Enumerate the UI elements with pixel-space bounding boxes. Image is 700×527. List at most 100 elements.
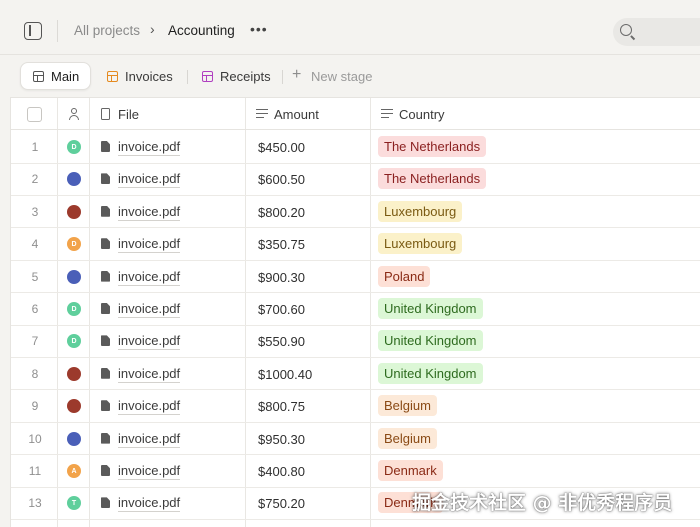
file-link[interactable]: invoice.pdf (118, 171, 181, 189)
table-row[interactable]: 4 Dinvoice.pdf $350.75 Luxembourg (11, 228, 700, 261)
document-icon (101, 173, 110, 185)
file-link[interactable]: invoice.pdf (118, 398, 181, 416)
column-header-country[interactable]: Country (399, 107, 445, 122)
document-icon (101, 497, 110, 509)
table-row[interactable]: 3 invoice.pdf $800.20 Luxembourg (11, 196, 700, 229)
country-tag[interactable]: Poland (378, 265, 431, 287)
table-row[interactable]: 6 Dinvoice.pdf $700.60 United Kingdom (11, 293, 700, 326)
amount-cell[interactable]: $750.20 (258, 496, 305, 511)
country-tag[interactable]: Luxembourg (378, 233, 463, 255)
row-number: 3 (31, 204, 39, 219)
file-link[interactable]: invoice.pdf (118, 269, 181, 286)
document-icon (101, 270, 110, 282)
document-icon (101, 432, 110, 444)
file-link[interactable]: invoice.pdf (118, 463, 181, 480)
amount-cell[interactable]: $400.80 (258, 464, 305, 479)
file-link[interactable]: invoice.pdf (118, 139, 181, 156)
amount-cell[interactable]: $900.30 (258, 270, 305, 285)
country-tag[interactable]: Luxembourg (378, 200, 463, 222)
row-number: 11 (28, 464, 42, 478)
amount-cell[interactable]: $1000.40 (258, 367, 312, 382)
divider (282, 70, 283, 84)
text-lines-icon (381, 109, 393, 119)
table-row[interactable]: 10 invoice.pdf $950.30 Belgium (11, 423, 700, 456)
amount-cell[interactable]: $950.30 (258, 432, 305, 447)
sidebar-toggle-icon[interactable] (24, 22, 42, 40)
file-link[interactable]: invoice.pdf (118, 204, 181, 221)
table-row[interactable]: 1 Dinvoice.pdf $450.00 The Netherlands (11, 131, 700, 164)
document-icon (101, 400, 110, 412)
table-row[interactable]: 5 invoice.pdf $900.30 Poland (11, 261, 700, 294)
select-all-checkbox[interactable] (27, 107, 42, 122)
avatar (67, 204, 81, 219)
table-row[interactable]: 8 invoice.pdf $1000.40 United Kingdom (11, 358, 700, 391)
search-icon[interactable] (620, 24, 632, 36)
column-header-amount[interactable]: Amount (274, 107, 319, 122)
country-tag[interactable]: The Netherlands (378, 136, 487, 157)
avatar (67, 172, 81, 187)
divider (57, 20, 58, 42)
table-row[interactable]: 7 Dinvoice.pdf $550.90 United Kingdom (11, 325, 700, 358)
document-icon (101, 367, 110, 379)
amount-cell[interactable]: $800.20 (258, 205, 305, 220)
top-bar: All projects › Accounting ••• (0, 0, 700, 60)
row-number: 5 (31, 269, 39, 284)
avatar (67, 399, 81, 414)
table-icon (33, 70, 44, 82)
avatar (67, 366, 81, 381)
amount-cell[interactable]: $600.50 (258, 172, 305, 187)
more-options-icon[interactable]: ••• (250, 21, 268, 37)
avatar: D (67, 302, 81, 316)
file-link[interactable]: invoice.pdf (118, 495, 181, 513)
breadcrumb-current[interactable]: Accounting (168, 23, 235, 38)
amount-cell[interactable]: $350.75 (258, 237, 305, 252)
amount-cell[interactable]: $800.75 (258, 399, 305, 414)
text-lines-icon (256, 109, 268, 119)
column-header-file[interactable]: File (118, 107, 139, 122)
country-tag[interactable]: United Kingdom (378, 330, 483, 352)
file-icon (101, 108, 110, 120)
table-row[interactable]: 2 invoice.pdf $600.50 The Netherlands (11, 163, 700, 196)
row-number: 2 (31, 172, 39, 187)
amount-cell[interactable]: $700.60 (258, 302, 305, 317)
country-tag[interactable]: United Kingdom (378, 362, 483, 384)
file-link[interactable]: invoice.pdf (118, 301, 181, 318)
document-icon (101, 238, 110, 250)
avatar: D (67, 237, 81, 252)
plus-icon[interactable]: + (292, 66, 301, 84)
country-tag[interactable]: Denmark (378, 460, 443, 481)
avatar: A (67, 464, 81, 478)
chevron-right-icon: › (150, 21, 155, 37)
document-icon (101, 303, 110, 314)
file-link[interactable]: invoice.pdf (118, 431, 181, 448)
tab-receipts[interactable]: Receipts (190, 62, 281, 90)
row-number: 9 (31, 399, 39, 414)
user-icon (68, 108, 80, 120)
tab-main[interactable]: Main (20, 62, 91, 90)
file-link[interactable]: invoice.pdf (118, 236, 181, 254)
country-tag[interactable]: The Netherlands (378, 168, 487, 190)
document-icon (101, 465, 110, 476)
table-icon (107, 70, 118, 82)
file-link[interactable]: invoice.pdf (118, 366, 181, 383)
tab-invoices[interactable]: Invoices (95, 62, 183, 90)
tab-label: Main (51, 68, 80, 84)
amount-cell[interactable]: $550.90 (258, 334, 305, 349)
new-stage-button[interactable]: New stage (311, 69, 372, 84)
country-tag[interactable]: Belgium (378, 395, 437, 417)
country-tag[interactable]: United Kingdom (378, 298, 483, 319)
table-row[interactable]: 9 invoice.pdf $800.75 Belgium (11, 390, 700, 423)
row-number: 10 (28, 431, 42, 446)
document-icon (101, 205, 110, 217)
country-tag[interactable]: Belgium (378, 427, 437, 449)
data-table: File Amount Country 1 Dinvoice.pdf $450.00… (10, 97, 700, 527)
table-icon (202, 70, 213, 82)
avatar (67, 269, 81, 284)
breadcrumb-root[interactable]: All projects (74, 23, 140, 38)
avatar (67, 431, 81, 446)
table-header: File Amount Country (11, 98, 700, 130)
table-row[interactable]: 11 Ainvoice.pdf $400.80 Denmark (11, 455, 700, 488)
row-number: 4 (31, 237, 39, 252)
amount-cell[interactable]: $450.00 (258, 140, 305, 155)
file-link[interactable]: invoice.pdf (118, 333, 181, 351)
